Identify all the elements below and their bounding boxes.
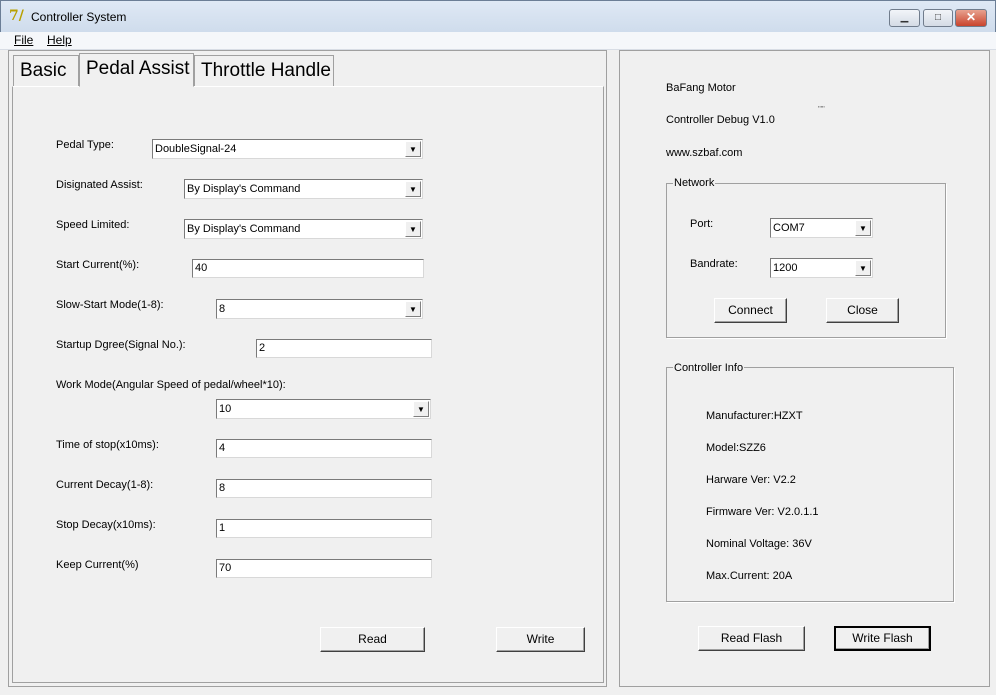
read-button[interactable]: Read [320,627,425,652]
pedal-type-select[interactable]: DoubleSignal-24 ▼ [152,139,423,159]
port-select[interactable]: COM7 ▼ [770,218,873,238]
minimize-button[interactable]: ▁ [889,9,920,27]
chevron-down-icon[interactable]: ▼ [405,181,421,197]
baudrate-label: Bandrate: [690,258,738,270]
write-button[interactable]: Write [496,627,585,652]
nominal-voltage-text: Nominal Voltage: 36V [706,538,812,550]
current-decay-input[interactable]: 8 [216,479,432,498]
model-text: Model:SZZ6 [706,442,766,454]
work-mode-select[interactable]: 10 ▼ [216,399,431,419]
window-title: Controller System [31,10,127,24]
port-label: Port: [690,218,714,230]
read-flash-button[interactable]: Read Flash [698,626,805,651]
work-mode-label: Work Mode(Angular Speed of pedal/wheel*1… [56,379,286,391]
menu-file[interactable]: File [14,33,33,47]
tab-pedal-assist[interactable]: Pedal Assist [79,53,194,87]
close-button[interactable]: ✕ [955,9,987,27]
hardware-version-text: Harware Ver: V2.2 [706,474,796,486]
menu-help[interactable]: Help [47,33,72,47]
designated-assist-select[interactable]: By Display's Command ▼ [184,179,423,199]
chevron-down-icon[interactable]: ▼ [405,221,421,237]
maximize-button[interactable]: □ [923,9,953,27]
version-text: Controller Debug V1.0 [666,114,775,126]
time-of-stop-input[interactable]: 4 [216,439,432,458]
keep-current-label: Keep Current(%) [56,559,139,571]
chevron-down-icon[interactable]: ▼ [855,220,871,236]
pedal-type-label: Pedal Type: [56,139,114,151]
stop-decay-label: Stop Decay(x10ms): [56,519,156,531]
write-flash-button[interactable]: Write Flash [834,626,931,651]
chevron-down-icon[interactable]: ▼ [405,301,421,317]
controller-info-title: Controller Info [673,362,745,374]
keep-current-input[interactable]: 70 [216,559,432,578]
tab-throttle-handle[interactable]: Throttle Handle [194,55,334,86]
network-group-title: Network [673,177,716,189]
title-bar[interactable] [0,0,996,32]
website-text: www.szbaf.com [666,147,743,159]
brand-text: BaFang Motor [666,82,736,94]
startup-degree-label: Startup Dgree(Signal No.): [56,339,186,351]
start-current-label: Start Current(%): [56,259,140,271]
speed-limited-label: Speed Limited: [56,219,130,231]
close-icon: ✕ [965,10,977,24]
port-close-button[interactable]: Close [826,298,899,323]
startup-degree-input[interactable]: 2 [256,339,432,358]
menu-bar [0,32,996,50]
tab-basic[interactable]: Basic [13,55,79,86]
max-current-text: Max.Current: 20A [706,570,793,582]
slow-start-label: Slow-Start Mode(1-8): [56,299,164,311]
slow-start-select[interactable]: 8 ▼ [216,299,423,319]
baudrate-select[interactable]: 1200 ▼ [770,258,873,278]
app-icon: 7/ [9,8,24,24]
speed-limited-select[interactable]: By Display's Command ▼ [184,219,423,239]
manufacturer-text: Manufacturer:HZXT [706,410,803,422]
firmware-version-text: Firmware Ver: V2.0.1.1 [706,506,819,518]
start-current-input[interactable]: 40 [192,259,424,278]
chevron-down-icon[interactable]: ▼ [855,260,871,276]
time-of-stop-label: Time of stop(x10ms): [56,439,159,451]
connect-button[interactable]: Connect [714,298,787,323]
minimize-icon: ▁ [900,12,909,23]
chevron-down-icon[interactable]: ▼ [405,141,421,157]
designated-assist-label: Disignated Assist: [56,179,143,191]
current-decay-label: Current Decay(1-8): [56,479,154,491]
stop-decay-input[interactable]: 1 [216,519,432,538]
chevron-down-icon[interactable]: ▼ [413,401,429,417]
mark-text: ''''' [818,106,825,113]
maximize-icon: □ [934,12,942,23]
